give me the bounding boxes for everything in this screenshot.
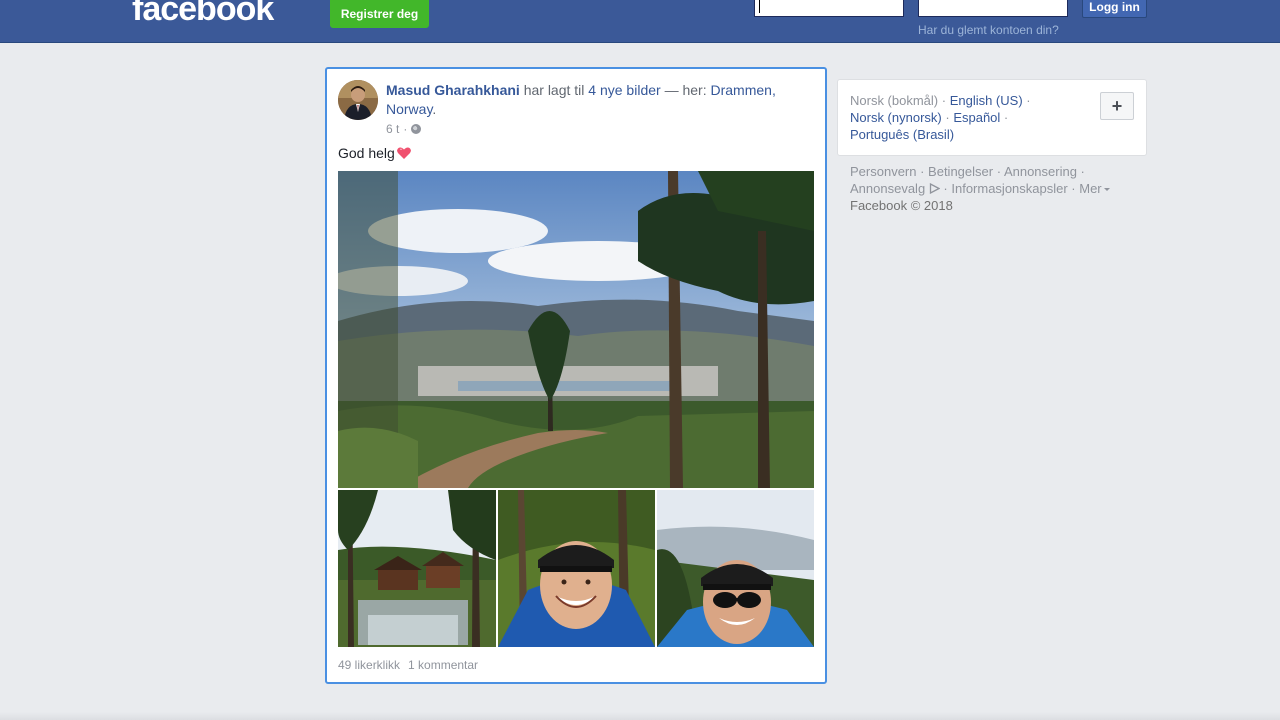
current-language: Norsk (bokmål) xyxy=(850,93,939,108)
post-card: Masud Gharahkhani har lagt til 4 nye bil… xyxy=(325,67,827,684)
register-button[interactable]: Registrer deg xyxy=(330,0,429,28)
footer-terms[interactable]: Betingelser xyxy=(928,164,993,179)
action-text: har lagt til xyxy=(519,82,589,98)
email-input[interactable] xyxy=(755,0,903,16)
footer-advertising[interactable]: Annonsering xyxy=(1004,164,1077,179)
comments-count[interactable]: 1 kommentar xyxy=(408,658,478,672)
post-time[interactable]: 6 t xyxy=(386,122,399,136)
post-photo-4[interactable] xyxy=(657,490,814,647)
post-stats: 49 likerklikk 1 kommentar xyxy=(338,658,478,672)
language-list: Norsk (bokmål) · English (US) · Norsk (n… xyxy=(850,93,1031,142)
post-text: God helg xyxy=(338,145,412,161)
footer-cookies[interactable]: Informasjonskapsler xyxy=(951,181,1067,196)
language-portugues[interactable]: Português (Brasil) xyxy=(850,127,954,142)
heart-icon xyxy=(396,147,411,159)
meta-separator: · xyxy=(403,122,408,136)
avatar[interactable] xyxy=(338,80,378,120)
add-language-button[interactable]: + xyxy=(1100,92,1134,120)
author-name[interactable]: Masud Gharahkhani xyxy=(386,82,520,98)
bottom-divider xyxy=(0,712,1280,720)
language-nynorsk[interactable]: Norsk (nynorsk) xyxy=(850,110,942,125)
photos-link[interactable]: 4 nye bilder xyxy=(588,82,660,98)
language-espanol[interactable]: Español xyxy=(953,110,1000,125)
language-box: Norsk (bokmål) · English (US) · Norsk (n… xyxy=(837,79,1147,156)
location-suffix: . xyxy=(432,101,437,117)
post-photo-main[interactable] xyxy=(338,171,814,488)
password-field[interactable] xyxy=(918,0,1068,17)
email-field[interactable] xyxy=(754,0,904,17)
post-photo-2[interactable] xyxy=(338,490,496,647)
top-bar: facebook Registrer deg Logg inn Har du g… xyxy=(0,0,1280,43)
copyright: Facebook © 2018 xyxy=(850,198,953,213)
forgot-account-link[interactable]: Har du glemt kontoen din? xyxy=(918,23,1059,37)
ad-choices-icon xyxy=(929,183,940,194)
location-prefix: — her: xyxy=(660,82,711,98)
chevron-down-icon xyxy=(1103,188,1110,191)
password-input[interactable] xyxy=(919,0,1067,16)
login-button[interactable]: Logg inn xyxy=(1082,0,1147,18)
likes-count[interactable]: 49 likerklikk xyxy=(338,658,400,672)
post-message: God helg xyxy=(338,145,395,161)
post-photo-3[interactable] xyxy=(498,490,655,647)
footer-ad-choices[interactable]: Annonsevalg xyxy=(850,181,925,196)
footer-more[interactable]: Mer xyxy=(1079,181,1101,196)
footer-privacy[interactable]: Personvern xyxy=(850,164,916,179)
footer-links: Personvern · Betingelser · Annonsering ·… xyxy=(850,163,1140,214)
facebook-logo[interactable]: facebook xyxy=(132,0,274,29)
language-english[interactable]: English (US) xyxy=(950,93,1023,108)
text-cursor xyxy=(759,0,760,13)
globe-icon[interactable] xyxy=(411,124,422,134)
post-header: Masud Gharahkhani har lagt til 4 nye bil… xyxy=(386,81,796,119)
post-meta: 6 t · xyxy=(386,122,422,136)
